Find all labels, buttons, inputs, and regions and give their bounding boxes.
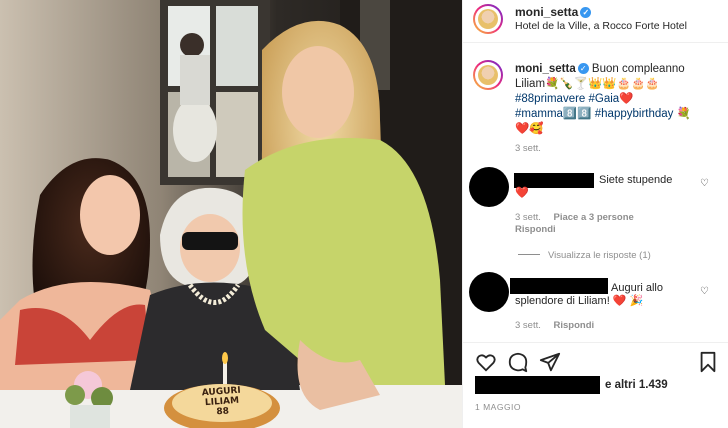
comment-likes[interactable]: Piace a 3 persone (554, 212, 634, 223)
redacted-username (510, 278, 608, 294)
post-photo[interactable]: AUGURI LILIAM 88 (0, 0, 462, 428)
caption-avatar[interactable] (473, 60, 503, 90)
comment-reply-button[interactable]: Rispondi (554, 320, 595, 331)
post-details-panel: moni_setta ✓ Hotel de la Ville, a Rocco F… (462, 0, 728, 428)
view-replies-line (518, 254, 540, 255)
post-caption: moni_setta ✓ Buon compleanno Liliam💐🍾🍸👑👑🎂… (515, 62, 720, 137)
post-date[interactable]: 1 MAGGIO (475, 402, 521, 412)
caption-text-1: Buon compleanno (591, 63, 685, 75)
post-location[interactable]: Hotel de la Ville, a Rocco Forte Hotel (515, 20, 687, 32)
comment-like-heart-icon[interactable]: ♡ (700, 286, 709, 297)
caption-hashtags-2[interactable]: #mamma8️⃣8️⃣ #happybirthday 💐 (515, 107, 720, 122)
verified-badge-icon: ✓ (580, 7, 592, 18)
caption-hashtags[interactable]: #88primavere #Gaia❤️ (515, 92, 720, 107)
verified-badge-icon: ✓ (577, 63, 589, 74)
comment-bubble-icon[interactable] (507, 351, 529, 373)
caption-username[interactable]: moni_setta (515, 63, 576, 75)
caption-text-2: Liliam💐🍾🍸👑👑🎂🎂🎂 (515, 78, 660, 90)
likes-count[interactable]: e altri 1.439 (605, 379, 668, 391)
author-avatar[interactable] (473, 4, 503, 34)
comment-time[interactable]: 3 sett. (515, 212, 541, 223)
commenter-avatar[interactable] (469, 272, 509, 312)
action-bar (463, 342, 728, 379)
comment-reply-button[interactable]: Rispondi (515, 224, 556, 235)
comment-text-line2: splendore di Liliam! ❤️ 🎉 (515, 295, 644, 307)
caption-time[interactable]: 3 sett. (515, 143, 541, 154)
redacted-liker (475, 376, 600, 394)
save-bookmark-icon[interactable] (697, 351, 719, 373)
comment-like-heart-icon[interactable]: ♡ (700, 178, 709, 189)
view-replies-button[interactable]: Visualizza le risposte (1) (518, 250, 651, 261)
post-header: moni_setta ✓ Hotel de la Ville, a Rocco F… (463, 0, 728, 43)
share-paper-plane-icon[interactable] (539, 351, 561, 373)
cake-text: AUGURI LILIAM 88 (189, 385, 255, 419)
comment-time[interactable]: 3 sett. (515, 320, 541, 331)
commenter-avatar[interactable] (469, 167, 509, 207)
caption-text-5: ❤️🥰 (515, 123, 544, 135)
comment-emoji: ❤️ (515, 187, 529, 199)
birthday-photo (0, 0, 462, 428)
like-heart-icon[interactable] (475, 351, 497, 373)
author-username[interactable]: moni_setta (515, 5, 578, 19)
view-replies-label: Visualizza le risposte (1) (548, 250, 651, 261)
